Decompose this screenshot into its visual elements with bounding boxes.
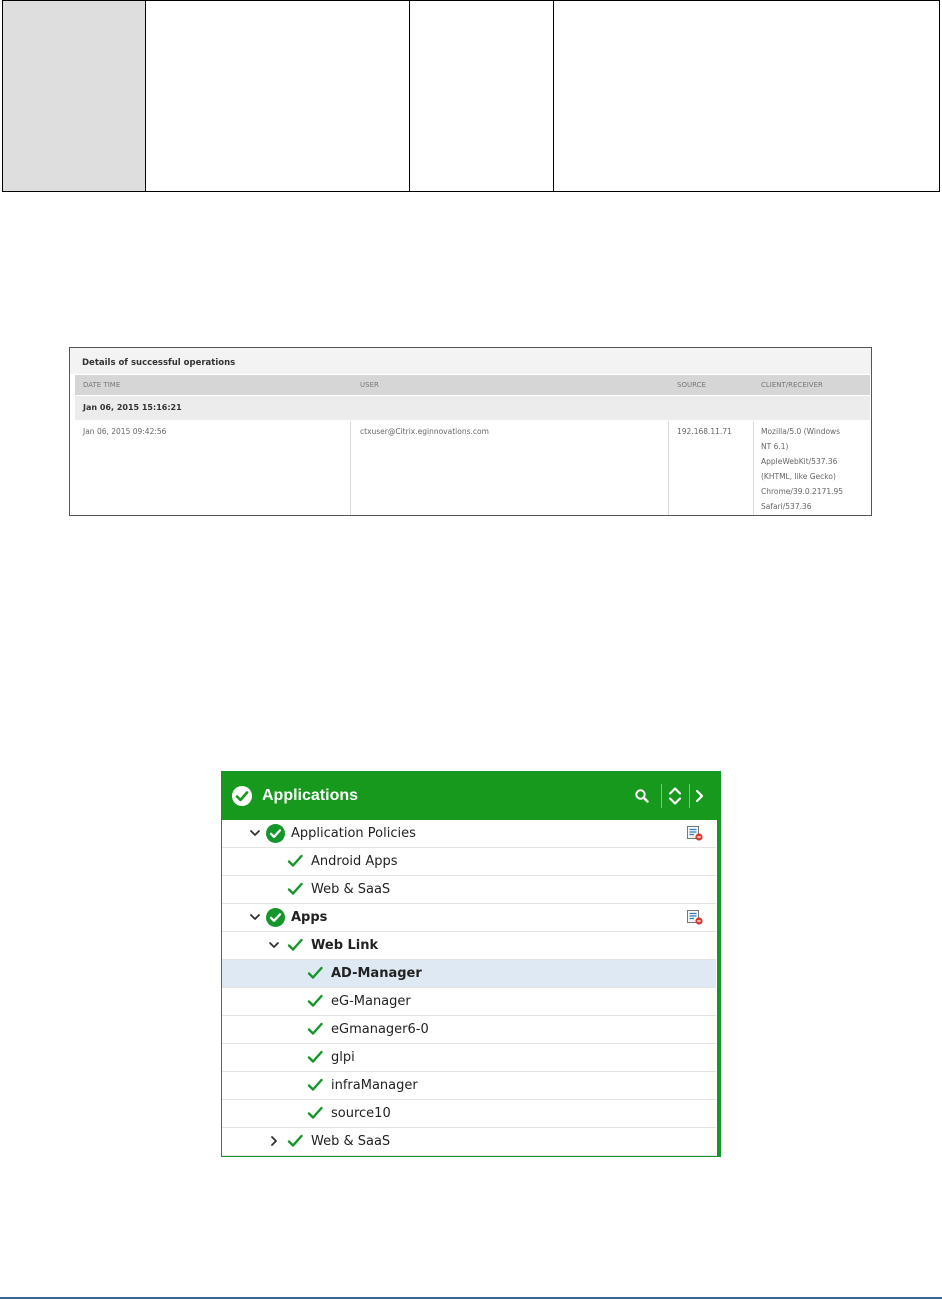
tree-item[interactable]: Web Link — [222, 932, 716, 960]
status-ok-icon — [266, 824, 285, 843]
cell-client-receiver: Mozilla/5.0 (Windows NT 6.1) AppleWebKit… — [761, 421, 869, 515]
applications-title: Applications — [262, 787, 359, 804]
tree-item-label: AD-Manager — [331, 966, 422, 981]
check-icon — [286, 880, 304, 898]
column-header-user[interactable]: USER — [360, 375, 379, 395]
tree-item-label: source10 — [331, 1106, 391, 1121]
check-icon — [306, 1104, 324, 1122]
tree-item-label: Web Link — [311, 938, 379, 953]
check-icon — [306, 1048, 324, 1066]
tree-item[interactable]: AD-Manager — [222, 960, 716, 988]
client-receiver-line: Mozilla/5.0 (Windows — [761, 427, 841, 436]
table-cell — [553, 0, 940, 192]
table-cell-shaded — [2, 0, 146, 192]
tree-item-label: Apps — [291, 910, 328, 925]
tree-item[interactable]: Apps — [222, 904, 716, 932]
sort-icon[interactable] — [663, 784, 687, 808]
column-header-source[interactable]: SOURCE — [677, 375, 706, 395]
column-header-client-receiver[interactable]: CLIENT/RECEIVER — [761, 375, 823, 395]
tree-item-label: Android Apps — [311, 854, 398, 869]
check-icon — [286, 1132, 304, 1150]
toolbar-divider — [661, 784, 662, 808]
applications-header: Applications — [222, 772, 720, 820]
client-receiver-line: Safari/537.36 — [761, 502, 812, 511]
table-row: Jan 06, 2015 09:42:56 ctxuser@Citrix.egi… — [75, 421, 870, 515]
cell-source: 192.168.11.71 — [677, 427, 732, 436]
tree-item-label: Application Policies — [291, 826, 416, 841]
details-title: Details of successful operations — [70, 348, 871, 374]
policy-icon[interactable] — [686, 825, 704, 842]
column-header-date-time[interactable]: DATE TIME — [83, 375, 120, 395]
column-divider — [753, 421, 754, 515]
chevron-down-icon[interactable] — [268, 938, 280, 952]
chevron-right-icon[interactable] — [268, 1134, 280, 1148]
check-icon — [306, 1020, 324, 1038]
column-divider — [350, 421, 351, 515]
details-column-headers: DATE TIME USER SOURCE CLIENT/RECEIVER — [75, 375, 870, 395]
applications-panel: Applications Application Policies Android… — [221, 771, 721, 1157]
check-icon — [306, 1076, 324, 1094]
tree-item[interactable]: glpi — [222, 1044, 716, 1072]
client-receiver-line: NT 6.1) — [761, 442, 789, 451]
table-cell — [145, 0, 410, 192]
tree-item[interactable]: infraManager — [222, 1072, 716, 1100]
tree-item-label: eGmanager6-0 — [331, 1022, 429, 1037]
cell-date-time: Jan 06, 2015 09:42:56 — [83, 427, 167, 436]
tree-item-label: glpi — [331, 1050, 355, 1065]
status-ok-icon — [266, 908, 285, 927]
client-receiver-line: AppleWebKit/537.36 — [761, 457, 838, 466]
applications-tree: Application Policies Android Apps Web & Sa… — [222, 820, 716, 1156]
tree-item[interactable]: Application Policies — [222, 820, 716, 848]
scrollbar[interactable] — [717, 820, 720, 1156]
tree-item-label: infraManager — [331, 1078, 418, 1093]
tree-item-label: Web & SaaS — [311, 882, 391, 897]
tree-item[interactable]: Web & SaaS — [222, 876, 716, 904]
tree-item[interactable]: source10 — [222, 1100, 716, 1128]
check-icon — [286, 852, 304, 870]
tree-item[interactable]: Web & SaaS — [222, 1128, 716, 1156]
cell-user: ctxuser@Citrix.eginnovations.com — [360, 427, 489, 436]
client-receiver-line: Chrome/39.0.2171.95 — [761, 487, 844, 496]
tree-item-label: eG-Manager — [331, 994, 411, 1009]
top-table-fragment — [2, 0, 940, 192]
column-divider — [668, 421, 669, 515]
tree-item[interactable]: eGmanager6-0 — [222, 1016, 716, 1044]
table-cell — [409, 0, 554, 192]
chevron-right-icon[interactable] — [687, 784, 711, 808]
footer-rule — [0, 1297, 942, 1299]
chevron-down-icon[interactable] — [249, 826, 261, 840]
tree-item[interactable]: eG-Manager — [222, 988, 716, 1016]
tree-item-label: Web & SaaS — [311, 1134, 391, 1149]
tree-item[interactable]: Android Apps — [222, 848, 716, 876]
check-icon — [286, 936, 304, 954]
policy-icon[interactable] — [686, 909, 704, 926]
group-row-label: Jan 06, 2015 15:16:21 — [75, 396, 870, 420]
status-ok-icon — [232, 786, 252, 806]
check-icon — [306, 964, 324, 982]
check-icon — [306, 992, 324, 1010]
details-panel: Details of successful operations DATE TI… — [69, 347, 872, 516]
chevron-down-icon[interactable] — [249, 910, 261, 924]
search-icon[interactable] — [630, 784, 654, 808]
client-receiver-line: (KHTML, like Gecko) — [761, 472, 836, 481]
